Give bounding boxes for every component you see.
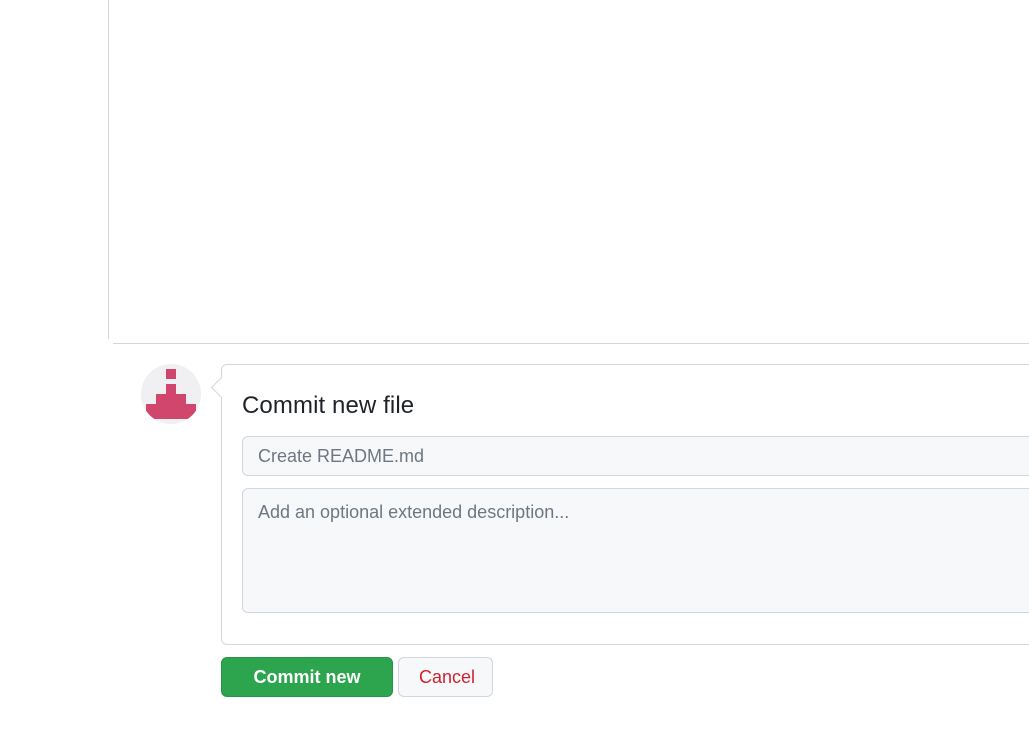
commit-description-input[interactable] (242, 488, 1029, 613)
avatar (141, 364, 201, 424)
commit-title: Commit new file (242, 392, 415, 419)
commit-form: Commit new file (221, 364, 1029, 645)
commit-new-file-button[interactable]: Commit new file (221, 657, 393, 725)
page: Commit new file Commit new file Cancel (0, 0, 1029, 746)
cancel-button[interactable]: Cancel (398, 657, 493, 697)
editor-divider (113, 343, 1029, 344)
commit-summary-input[interactable] (242, 436, 1029, 476)
file-editor[interactable] (108, 0, 1029, 339)
identicon-icon (146, 369, 196, 419)
